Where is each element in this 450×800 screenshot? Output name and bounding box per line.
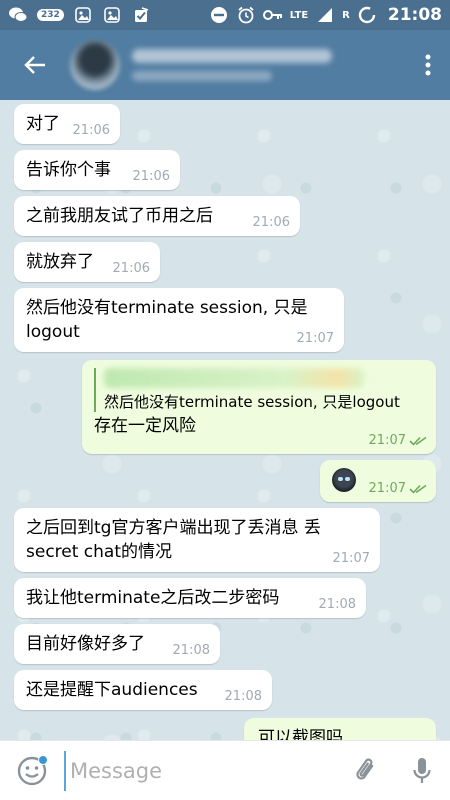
- message-text: 就放弃了: [26, 252, 94, 272]
- quoted-text: 然后他没有terminate session, 只是logout: [104, 393, 400, 411]
- battery-charging-icon: [357, 5, 377, 25]
- roaming-indicator: R: [342, 9, 350, 21]
- message-time: 21:06: [112, 261, 150, 276]
- message-bubble[interactable]: 就放弃了 21:06: [14, 242, 160, 282]
- message-time: 21:06: [252, 215, 290, 230]
- emoji-button[interactable]: [0, 741, 64, 800]
- double-check-icon: [409, 436, 427, 446]
- message-time: 21:06: [132, 169, 170, 184]
- message-bubble[interactable]: 可以截图吗: [244, 718, 436, 740]
- message-time: 21:08: [318, 597, 356, 612]
- message-bubble[interactable]: 告诉你个事 21:06: [14, 150, 180, 190]
- message-time: 21:07: [368, 481, 406, 496]
- message-bubble[interactable]: 然后他没有terminate session, 只是logout 存在一定风险 …: [82, 360, 436, 454]
- message-bubble[interactable]: 之前我朋友试了币用之后 21:06: [14, 196, 300, 236]
- message-text: 之前我朋友试了币用之后: [26, 206, 213, 226]
- message-text: 告诉你个事: [26, 160, 111, 180]
- message-time: 21:06: [72, 123, 110, 138]
- message-bubble[interactable]: 之后回到tg官方客户端出现了丢消息 丢secret chat的情况 21:07: [14, 508, 380, 572]
- message-list[interactable]: 对了 21:06 告诉你个事 21:06 之前我朋友试了币用之后 21:06 就…: [0, 100, 450, 740]
- message-bubble[interactable]: 然后他没有terminate session, 只是logout 21:07: [14, 288, 344, 352]
- back-button[interactable]: [0, 30, 70, 100]
- message-bubble[interactable]: 我让他terminate之后改二步密码 21:08: [14, 578, 366, 618]
- status-bar: 232 LTE R 21:08: [0, 0, 450, 30]
- do-not-disturb-icon: [209, 5, 229, 25]
- wechat-icon: [8, 5, 28, 25]
- message-bubble[interactable]: 21:07: [320, 460, 436, 502]
- emoji-sticker: [332, 468, 356, 492]
- message-text: 存在一定风险: [94, 416, 196, 436]
- clock: 21:08: [387, 5, 442, 25]
- message-bubble[interactable]: 还是提醒下audiences 21:08: [14, 670, 272, 710]
- more-vert-icon: [425, 54, 431, 76]
- message-bubble[interactable]: 对了 21:06: [14, 104, 120, 144]
- gallery-icon: [102, 5, 122, 25]
- key-icon: [262, 5, 283, 25]
- quoted-sender: [104, 368, 364, 388]
- arrow-left-icon: [24, 56, 45, 74]
- double-check-icon: [409, 484, 427, 494]
- more-options-button[interactable]: [406, 30, 450, 100]
- message-text: 之后回到tg官方客户端出现了丢消息 丢secret chat的情况: [26, 518, 321, 562]
- chat-title[interactable]: [132, 49, 332, 81]
- message-time: 21:08: [172, 643, 210, 658]
- network-type: LTE: [289, 9, 309, 21]
- message-time: 21:08: [224, 689, 262, 704]
- chat-header: [0, 30, 450, 100]
- message-input[interactable]: [64, 750, 338, 791]
- message-time: 21:07: [332, 551, 370, 566]
- message-time: 21:07: [296, 331, 334, 346]
- message-composer: [0, 740, 450, 800]
- message-time: 21:07: [368, 433, 406, 448]
- message-bubble[interactable]: 目前好像好多了 21:08: [14, 624, 220, 664]
- message-text: 然后他没有terminate session, 只是logout: [26, 298, 308, 342]
- new-indicator-dot: [38, 754, 48, 765]
- message-text: 对了: [26, 114, 60, 134]
- clipboard-check-icon: [131, 5, 151, 25]
- voice-record-button[interactable]: [394, 741, 450, 800]
- message-text: 还是提醒下audiences: [26, 680, 198, 700]
- attach-button[interactable]: [338, 741, 394, 800]
- paperclip-icon: [356, 758, 374, 780]
- message-text: 我让他terminate之后改二步密码: [26, 588, 280, 608]
- gallery-icon: [73, 5, 93, 25]
- reply-quote[interactable]: 然后他没有terminate session, 只是logout: [94, 368, 424, 412]
- message-text: 可以截图吗: [258, 728, 343, 740]
- avatar[interactable]: [70, 40, 120, 90]
- alarm-icon: [236, 5, 256, 25]
- signal-icon: [315, 5, 335, 25]
- microphone-icon: [413, 757, 431, 783]
- message-text: 目前好像好多了: [26, 634, 145, 654]
- notification-badge: 232: [37, 9, 64, 21]
